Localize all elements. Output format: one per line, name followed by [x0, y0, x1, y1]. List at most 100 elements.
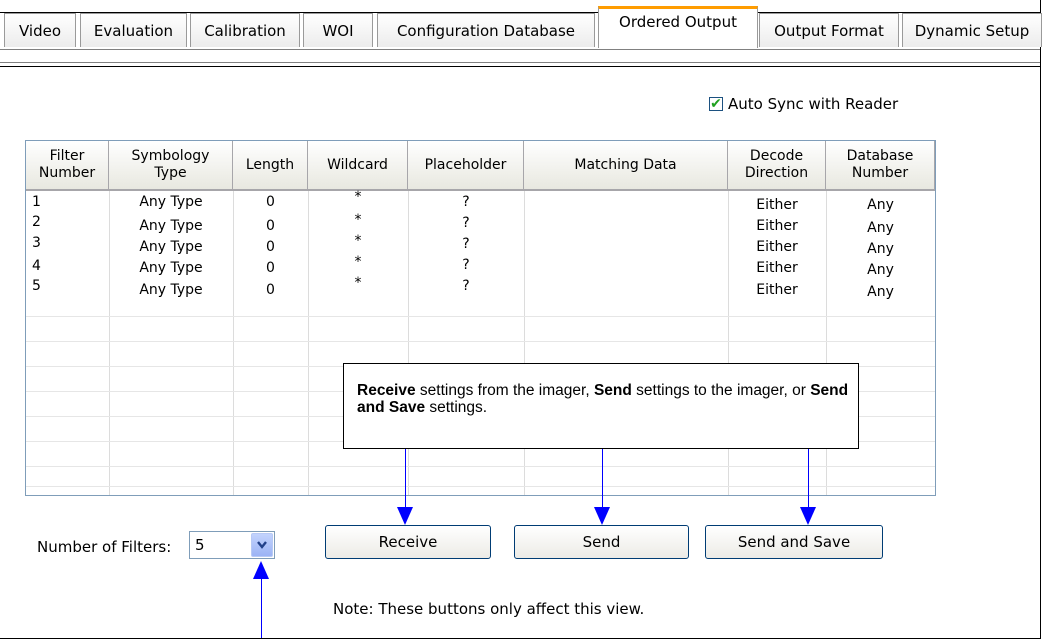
column-header-label: Placeholder — [424, 156, 507, 173]
cell-matching-data — [524, 280, 728, 300]
tab-label: Configuration Database — [396, 21, 576, 40]
cell-length: 0 — [266, 194, 275, 210]
tab-divider — [0, 66, 1040, 67]
column-header-label: Matching Data — [574, 156, 677, 173]
cell-wildcard: * — [354, 212, 362, 228]
tab-ordered-output[interactable]: Ordered Output — [598, 6, 758, 48]
cell-symbology: Any Type — [139, 260, 203, 276]
cell-decode-direction: Either — [756, 239, 798, 255]
cell-filter-number: 2 — [32, 214, 41, 230]
column-header-database-number[interactable]: Database Number — [826, 141, 935, 191]
grid-line — [26, 466, 935, 467]
column-header-label: Filter Number — [38, 148, 96, 181]
cell-length: 0 — [266, 218, 275, 234]
cell-length: 0 — [266, 239, 275, 255]
auto-sync-label: Auto Sync with Reader — [728, 95, 899, 113]
arrow-down-icon — [397, 507, 413, 525]
checkmark-icon: ✔ — [709, 96, 723, 112]
cell-filter-number: 3 — [32, 235, 41, 251]
cell-wildcard: * — [354, 254, 362, 270]
column-header-filter-number[interactable]: Filter Number — [26, 141, 109, 191]
tab-label: Ordered Output — [619, 13, 737, 31]
cell-database-number: Any — [867, 220, 894, 236]
cell-filter-number: 5 — [32, 278, 41, 294]
tab-woi[interactable]: WOI — [303, 13, 373, 47]
receive-button[interactable]: Receive — [325, 525, 491, 559]
cell-placeholder: ? — [462, 215, 470, 231]
cell-placeholder: ? — [462, 257, 470, 273]
callout-receive-term: Receive — [357, 382, 416, 399]
callout-box: Receive settings from the imager, Send s… — [343, 363, 859, 449]
tab-evaluation[interactable]: Evaluation — [80, 13, 187, 47]
callout-arrow-line — [602, 449, 603, 509]
cell-placeholder: ? — [462, 278, 470, 294]
pointer-arrow-line — [261, 578, 262, 638]
callout-text: settings to the imager, or — [631, 382, 811, 399]
tab-label: Video — [18, 21, 62, 40]
grid-line — [26, 341, 935, 342]
column-header-label: Wildcard — [327, 156, 388, 173]
tab-label: Calibration — [204, 21, 286, 40]
cell-placeholder: ? — [462, 194, 470, 210]
cell-decode-direction: Either — [756, 260, 798, 276]
cell-database-number: Any — [867, 241, 894, 257]
cell-matching-data — [524, 258, 728, 278]
tab-label: Evaluation — [93, 21, 174, 40]
dropdown-button[interactable] — [251, 533, 273, 557]
tab-label: Output Format — [774, 21, 884, 40]
arrow-down-icon — [594, 507, 610, 525]
tab-configuration-database[interactable]: Configuration Database — [377, 13, 595, 47]
tab-label: Dynamic Setup — [914, 21, 1030, 40]
chevron-down-icon — [257, 541, 267, 549]
receive-button-label: Receive — [378, 533, 438, 551]
column-header-label: Database Number — [846, 148, 914, 181]
column-header-wildcard[interactable]: Wildcard — [308, 141, 408, 191]
callout-arrow-line — [808, 449, 809, 509]
cell-length: 0 — [266, 282, 275, 298]
cell-wildcard: * — [354, 189, 362, 205]
cell-decode-direction: Either — [756, 282, 798, 298]
tab-dynamic-setup[interactable]: Dynamic Setup — [902, 13, 1042, 47]
cell-length: 0 — [266, 260, 275, 276]
column-header-placeholder[interactable]: Placeholder — [408, 141, 524, 191]
cell-symbology: Any Type — [139, 239, 203, 255]
column-header-decode-direction[interactable]: Decode Direction — [728, 141, 826, 191]
cell-matching-data — [524, 216, 728, 236]
column-header-label: Symbology Type — [131, 148, 210, 181]
cell-symbology: Any Type — [139, 218, 203, 234]
arrow-up-icon — [253, 561, 269, 579]
cell-filter-number: 4 — [32, 258, 41, 274]
callout-text: settings from the imager, — [415, 382, 594, 399]
cell-wildcard: * — [354, 275, 362, 291]
window-frame: Video Evaluation Calibration WOI Configu… — [0, 0, 1042, 639]
auto-sync-checkbox[interactable]: ✔ Auto Sync with Reader — [709, 95, 898, 113]
cell-database-number: Any — [867, 197, 894, 213]
cell-database-number: Any — [867, 284, 894, 300]
send-and-save-button[interactable]: Send and Save — [705, 525, 883, 559]
arrow-down-icon — [800, 507, 816, 525]
cell-symbology: Any Type — [139, 194, 203, 210]
send-button-label: Send — [582, 533, 621, 551]
column-header-symbology-type[interactable]: Symbology Type — [109, 141, 233, 191]
column-header-matching-data[interactable]: Matching Data — [524, 141, 728, 191]
cell-matching-data — [524, 192, 728, 212]
cell-database-number: Any — [867, 262, 894, 278]
tab-video[interactable]: Video — [4, 13, 76, 47]
tab-divider — [0, 62, 1040, 63]
note-text: Note: These buttons only affect this vie… — [333, 600, 645, 618]
cell-filter-number: 1 — [32, 194, 41, 210]
cell-decode-direction: Either — [756, 197, 798, 213]
callout-text: settings. — [425, 399, 488, 416]
cell-symbology: Any Type — [139, 282, 203, 298]
send-button[interactable]: Send — [514, 525, 689, 559]
grid-line — [26, 486, 935, 487]
tab-output-format[interactable]: Output Format — [759, 13, 899, 47]
cell-decode-direction: Either — [756, 218, 798, 234]
tab-label: WOI — [322, 21, 354, 40]
number-of-filters-value: 5 — [195, 536, 205, 554]
number-of-filters-select[interactable]: 5 — [189, 531, 275, 559]
column-header-label: Decode Direction — [744, 148, 809, 181]
column-header-length[interactable]: Length — [233, 141, 308, 191]
grid-line — [26, 316, 935, 317]
tab-calibration[interactable]: Calibration — [190, 13, 300, 47]
